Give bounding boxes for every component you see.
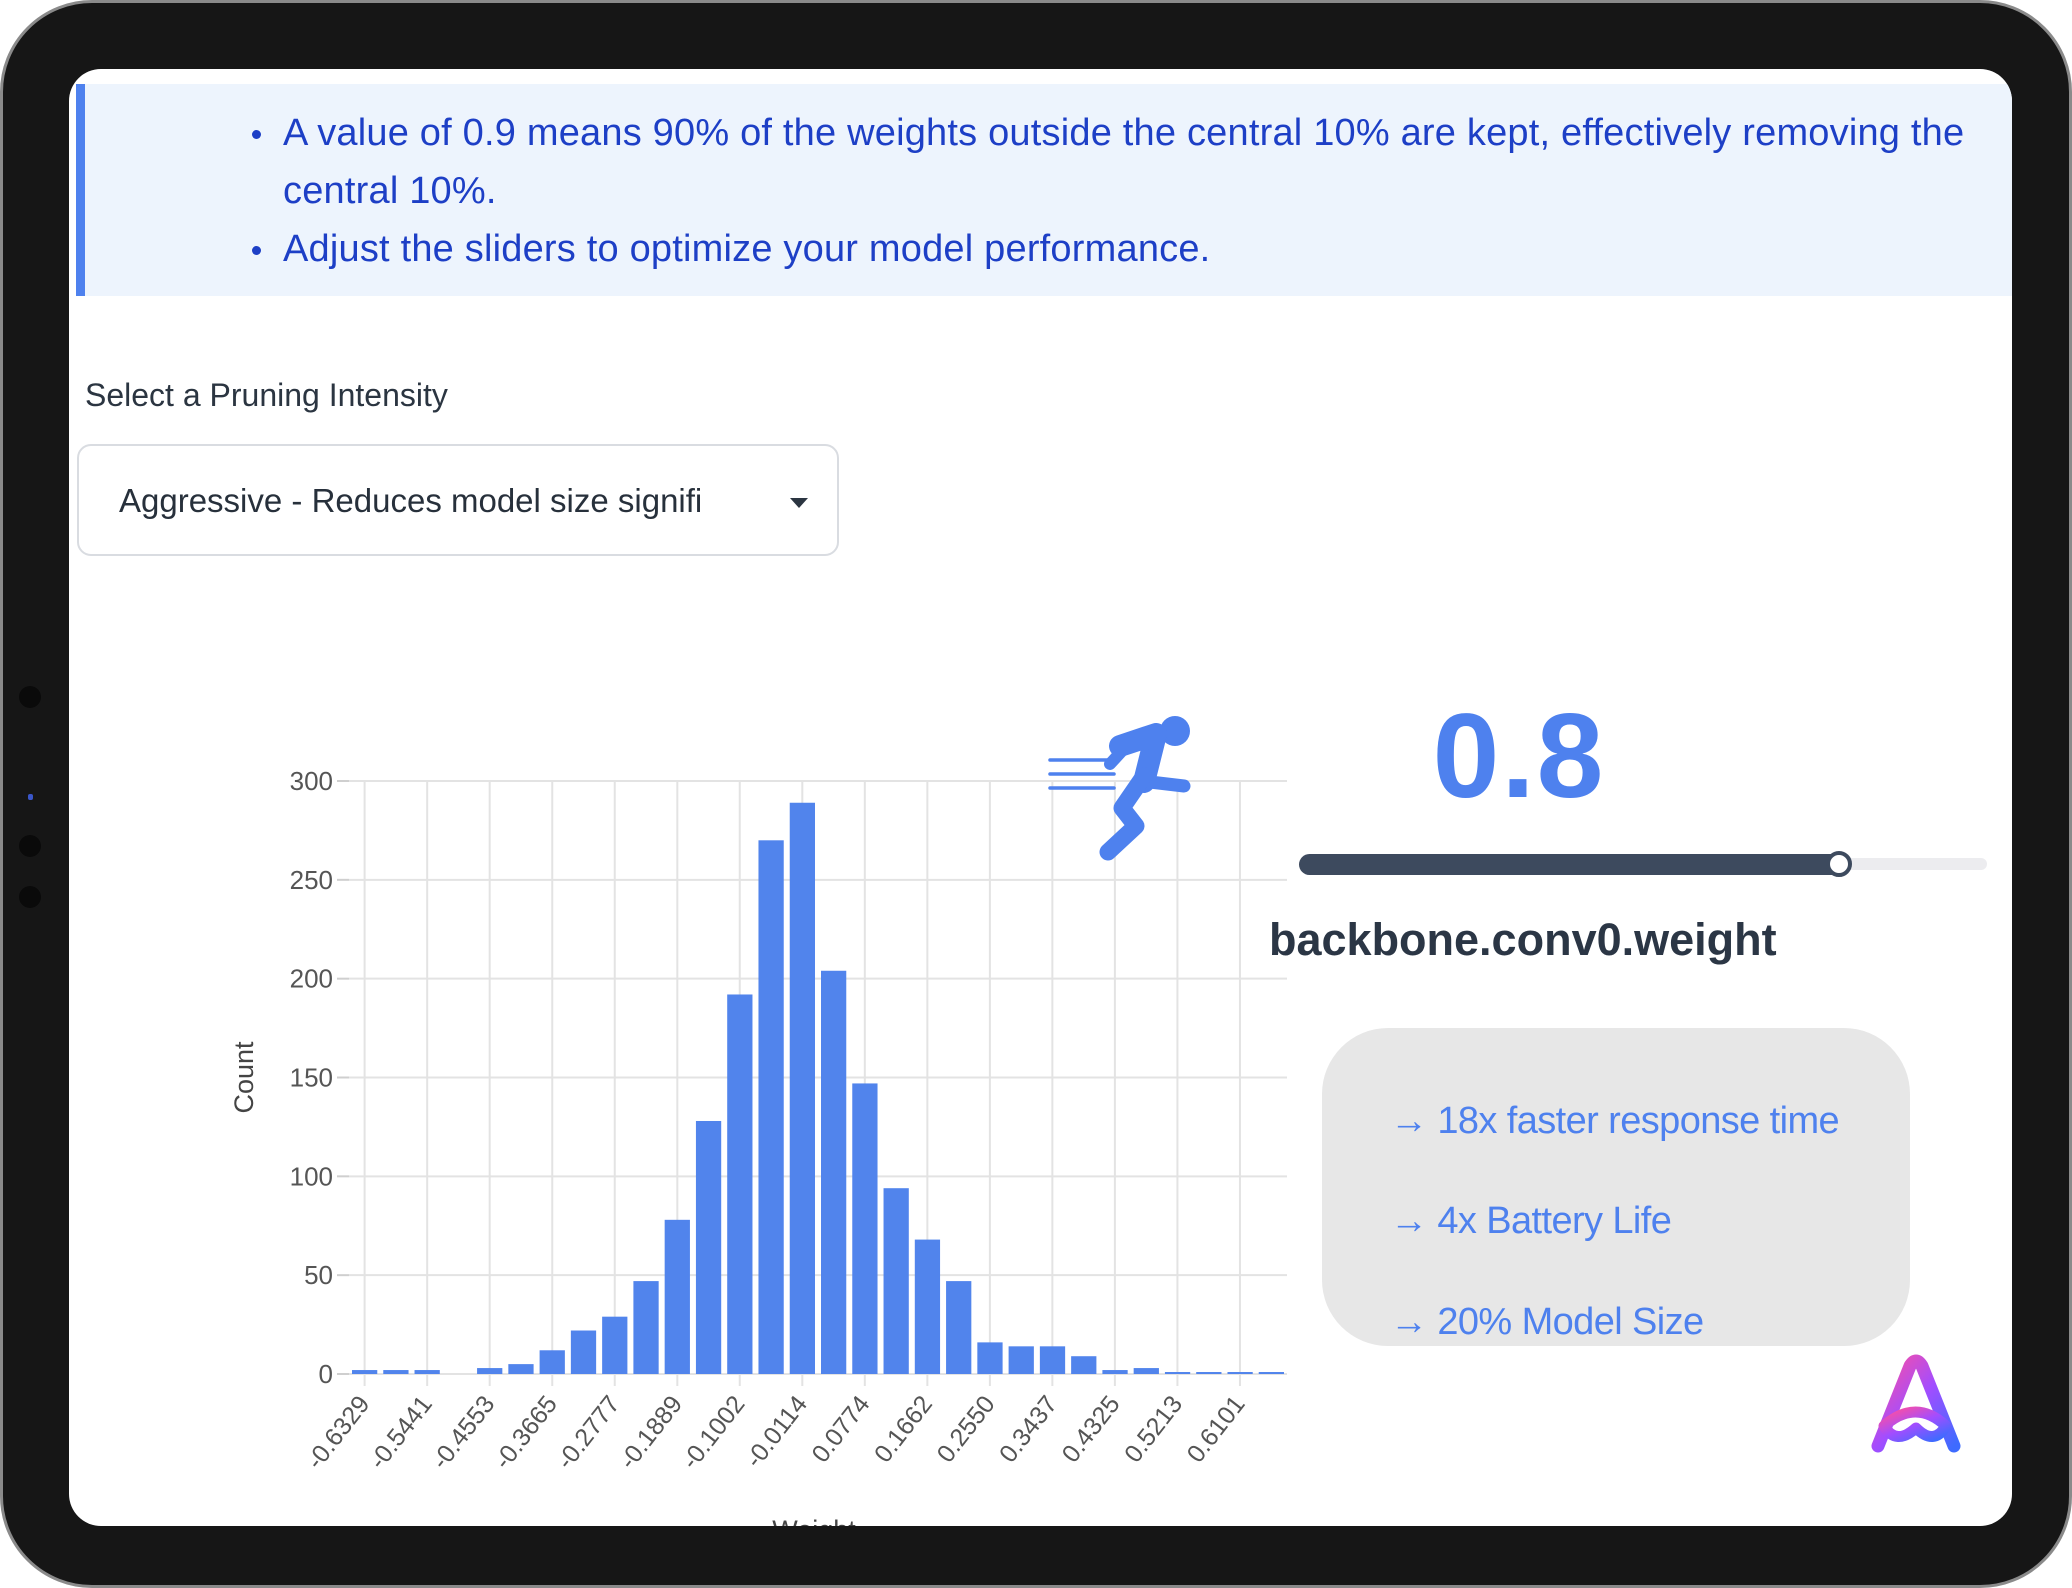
histogram-bar bbox=[914, 1239, 941, 1374]
running-person-icon bbox=[1048, 716, 1198, 881]
x-tick-label: 0.6101 bbox=[1182, 1390, 1251, 1467]
intensity-slider[interactable] bbox=[1299, 843, 1987, 887]
histogram-bar bbox=[695, 1120, 722, 1374]
callout-list: A value of 0.9 means 90% of the weights … bbox=[250, 104, 1990, 278]
y-tick-label: 250 bbox=[290, 865, 333, 895]
layer-name: backbone.conv0.weight bbox=[1269, 914, 1777, 965]
x-tick-label: 0.3437 bbox=[994, 1390, 1063, 1467]
y-tick-label: 100 bbox=[290, 1161, 333, 1191]
histogram-bar bbox=[1133, 1368, 1159, 1374]
x-tick-label: 0.2550 bbox=[931, 1390, 1000, 1467]
pruning-intensity-select[interactable]: Aggressive - Reduces model size signifi bbox=[77, 444, 839, 556]
callout-item: Adjust the sliders to optimize your mode… bbox=[250, 220, 1990, 278]
histogram-bar bbox=[539, 1350, 565, 1374]
histogram-bar bbox=[1102, 1370, 1128, 1374]
slider-thumb[interactable] bbox=[1826, 851, 1852, 877]
benefit-battery-life: → 4x Battery Life bbox=[1390, 1200, 1672, 1242]
y-tick-label: 0 bbox=[319, 1359, 333, 1389]
y-tick-label: 300 bbox=[290, 766, 333, 796]
histogram-bar bbox=[1071, 1356, 1097, 1374]
callout-item: A value of 0.9 means 90% of the weights … bbox=[250, 104, 1990, 220]
x-tick-label: -0.5441 bbox=[364, 1390, 438, 1474]
hardware-button bbox=[19, 886, 41, 908]
x-tick-label: -0.3665 bbox=[489, 1390, 563, 1474]
benefit-model-size: → 20% Model Size bbox=[1390, 1301, 1704, 1343]
hardware-button bbox=[19, 835, 41, 857]
info-callout: A value of 0.9 means 90% of the weights … bbox=[76, 84, 2012, 296]
histogram-bar bbox=[633, 1281, 659, 1374]
histogram-bar bbox=[1227, 1372, 1253, 1374]
histogram-bar bbox=[602, 1316, 628, 1374]
slider-fill bbox=[1299, 854, 1850, 875]
histogram-bar bbox=[758, 840, 784, 1374]
histogram-bar bbox=[352, 1370, 378, 1374]
hardware-button bbox=[19, 686, 41, 708]
intensity-value: 0.8 bbox=[1432, 689, 1606, 823]
histogram-bar bbox=[664, 1219, 690, 1374]
histogram-bar bbox=[883, 1188, 909, 1374]
histogram-bar bbox=[789, 802, 815, 1374]
x-tick-label: -0.1889 bbox=[614, 1390, 688, 1474]
histogram-bar bbox=[1164, 1372, 1191, 1374]
histogram-bar bbox=[508, 1364, 534, 1374]
histogram-bar bbox=[852, 1083, 878, 1374]
hardware-indicator bbox=[28, 794, 33, 800]
histogram-bar bbox=[977, 1342, 1003, 1374]
benefit-response-time: → 18x faster response time bbox=[1390, 1100, 1840, 1142]
x-tick-label: -0.0114 bbox=[740, 1390, 813, 1473]
x-tick-label: -0.1002 bbox=[676, 1390, 750, 1474]
x-tick-label: 0.5213 bbox=[1119, 1390, 1188, 1467]
pruning-intensity-label: Select a Pruning Intensity bbox=[85, 377, 448, 413]
pruning-intensity-value: Aggressive - Reduces model size signifi bbox=[119, 482, 703, 519]
y-tick-label: 200 bbox=[290, 964, 333, 994]
histogram-bar bbox=[570, 1330, 597, 1374]
histogram-bar bbox=[1258, 1372, 1284, 1374]
tablet-frame: A value of 0.9 means 90% of the weights … bbox=[0, 0, 2072, 1588]
histogram-bar bbox=[1008, 1346, 1034, 1374]
histogram-bar bbox=[1196, 1372, 1222, 1374]
y-tick-label: 150 bbox=[290, 1063, 333, 1093]
y-axis-label: Count bbox=[229, 1041, 259, 1114]
histogram-bar bbox=[414, 1370, 440, 1374]
chevron-down-icon[interactable] bbox=[790, 498, 808, 508]
x-tick-label: -0.6329 bbox=[301, 1390, 375, 1474]
y-tick-label: 50 bbox=[304, 1260, 333, 1290]
benefits-card: → 18x faster response time → 4x Battery … bbox=[1322, 1028, 1910, 1346]
x-tick-label: 0.1662 bbox=[869, 1390, 938, 1467]
x-axis-label: Weight bbox=[772, 1515, 856, 1526]
histogram-bar bbox=[383, 1370, 409, 1374]
histogram-bar bbox=[727, 994, 753, 1374]
histogram-bar bbox=[477, 1368, 503, 1374]
app-screen: A value of 0.9 means 90% of the weights … bbox=[69, 69, 2012, 1526]
app-logo-icon bbox=[1866, 1354, 1966, 1459]
x-tick-label: -0.4553 bbox=[426, 1390, 500, 1474]
x-tick-label: -0.2777 bbox=[551, 1390, 625, 1474]
histogram-bar bbox=[821, 970, 847, 1374]
histogram-bar bbox=[946, 1281, 972, 1374]
histogram-bar bbox=[1039, 1346, 1066, 1374]
x-tick-label: 0.4325 bbox=[1056, 1390, 1125, 1467]
x-tick-label: 0.0774 bbox=[806, 1390, 875, 1468]
